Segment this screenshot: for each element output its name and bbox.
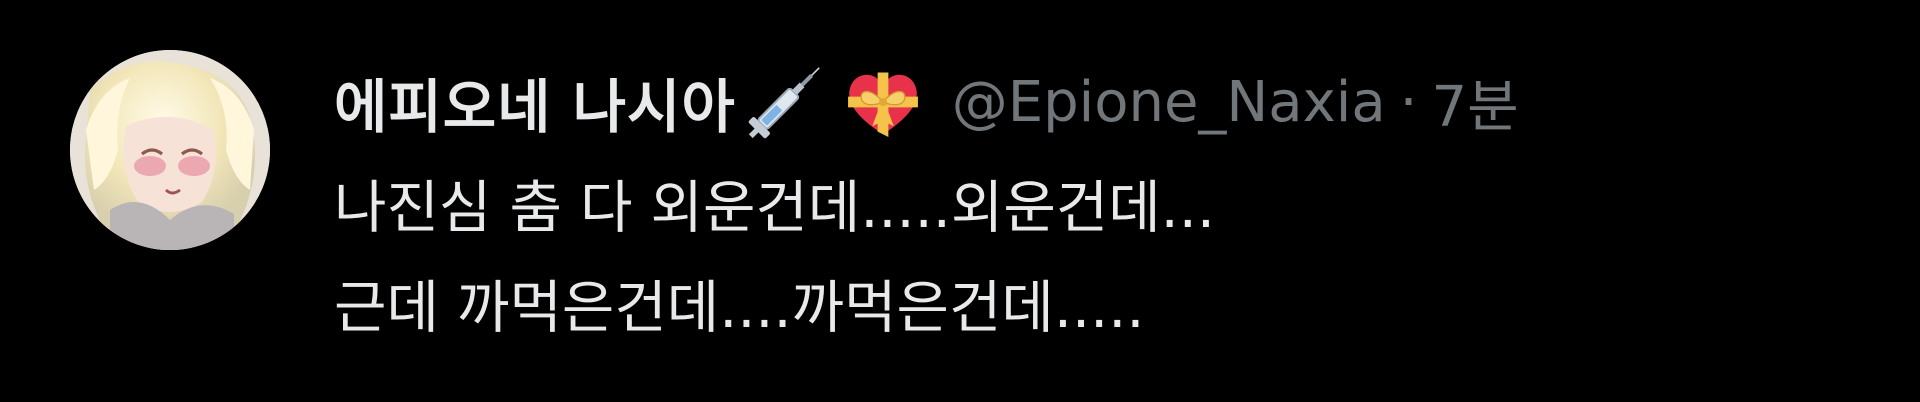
display-name[interactable]: 에피오네 나시아 [334, 60, 736, 144]
tweet-text-line: 근데 까먹은건데....까먹은건데..... [334, 275, 1145, 341]
syringe-icon [742, 59, 828, 145]
heart-with-ribbon-icon [840, 59, 926, 145]
timestamp[interactable]: 7분 [1431, 62, 1518, 143]
tweet-text: 나진심 춤 다 외운건데.....외운건데... 근데 까먹은건데....까먹은… [334, 158, 1894, 358]
tweet-text-line: 나진심 춤 다 외운건데.....외운건데... [334, 175, 1216, 241]
separator-dot: · [1399, 69, 1418, 135]
avatar[interactable] [70, 50, 270, 250]
tweet[interactable]: 에피오네 나시아 @Epione_Naxia · 7분 나진심 춤 다 외운건데… [0, 0, 1920, 402]
user-handle[interactable]: @Epione_Naxia [952, 70, 1386, 135]
tweet-header: 에피오네 나시아 @Epione_Naxia · 7분 [334, 52, 1519, 152]
avatar-image [70, 50, 270, 250]
